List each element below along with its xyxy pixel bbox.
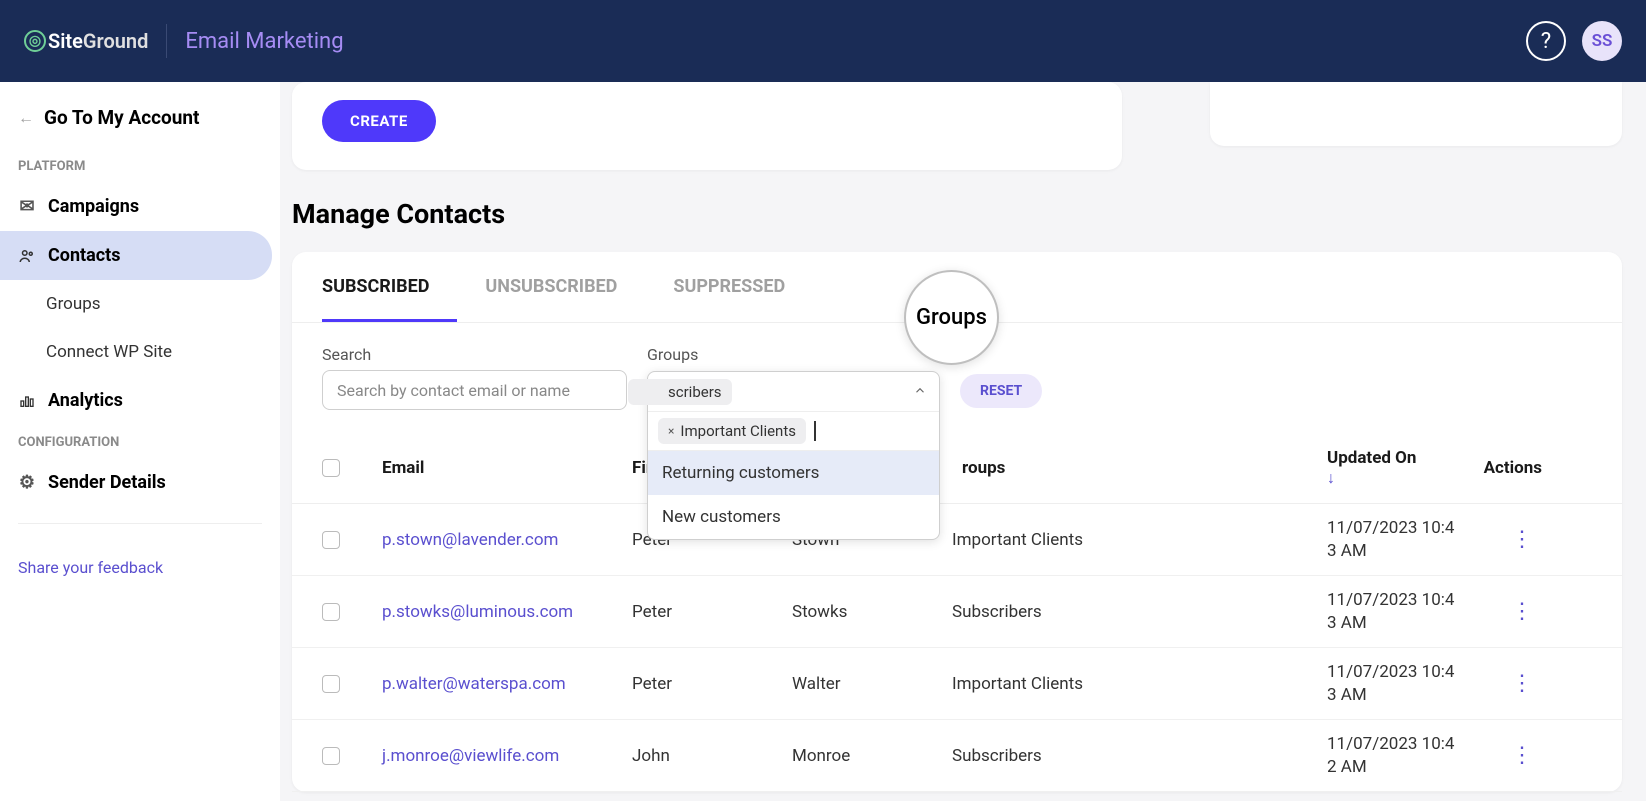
go-to-my-account[interactable]: ← Go To My Account	[0, 100, 280, 149]
cell-groups: Subscribers	[952, 602, 1327, 622]
create-button[interactable]: CREATE	[322, 100, 436, 142]
avatar[interactable]: SS	[1582, 21, 1622, 61]
tab-suppressed[interactable]: SUPPRESSED	[645, 252, 813, 322]
cell-last-name: Stowks	[792, 602, 952, 622]
email-link[interactable]: p.stown@lavender.com	[382, 530, 632, 550]
main: ← Go To My Account PLATFORM ✉ Campaigns …	[0, 82, 1646, 801]
groups-chips-row: × Important Clients	[648, 412, 939, 451]
cell-groups: Important Clients	[952, 674, 1327, 694]
app-header: ◎ SiteGround Email Marketing ? SS	[0, 0, 1646, 82]
tab-unsubscribed[interactable]: UNSUBSCRIBED	[457, 252, 645, 322]
email-link[interactable]: p.stowks@luminous.com	[382, 602, 632, 622]
groups-select-open[interactable]: scribers	[648, 372, 939, 412]
chevron-up-icon	[913, 382, 927, 401]
row-actions-menu[interactable]: ⋮	[1503, 595, 1542, 628]
search-filter: Search	[322, 345, 627, 410]
col-email[interactable]: Email	[382, 458, 632, 478]
gear-icon: ⚙	[18, 474, 36, 492]
row-checkbox[interactable]	[322, 675, 340, 693]
section-configuration: CONFIGURATION	[0, 425, 280, 458]
row-actions-menu[interactable]: ⋮	[1503, 523, 1542, 556]
sidebar-item-contacts[interactable]: Contacts	[0, 231, 272, 280]
col-actions: Actions	[1482, 458, 1542, 478]
header-right: ? SS	[1526, 21, 1622, 61]
search-input[interactable]	[322, 370, 627, 410]
table-header: Email First N roups Updated On ↓ Actions	[292, 432, 1622, 504]
cell-first-name: Peter	[632, 674, 792, 694]
contacts-table: Email First N roups Updated On ↓ Actions…	[292, 432, 1622, 792]
reset-button[interactable]: RESET	[960, 374, 1042, 408]
people-icon	[18, 247, 36, 265]
cell-groups: Important Clients	[952, 530, 1327, 550]
table-row: j.monroe@viewlife.comJohnMonroeSubscribe…	[292, 720, 1622, 792]
sidebar-item-analytics[interactable]: Analytics	[0, 376, 272, 425]
logo[interactable]: ◎ SiteGround	[24, 29, 148, 53]
col-updated[interactable]: Updated On ↓	[1327, 448, 1482, 488]
table-row: p.stowks@luminous.comPeterStowksSubscrib…	[292, 576, 1622, 648]
sidebar-item-campaigns[interactable]: ✉ Campaigns	[0, 182, 272, 231]
tab-subscribed[interactable]: SUBSCRIBED	[322, 252, 457, 322]
groups-dropdown: scribers × Important Clients	[647, 371, 940, 540]
sort-arrow-icon: ↓	[1327, 468, 1482, 488]
cell-updated: 11/07/2023 10:43 AM	[1327, 517, 1482, 563]
row-checkbox[interactable]	[322, 603, 340, 621]
app-name: Email Marketing	[185, 29, 343, 54]
chip-important-clients: × Important Clients	[658, 418, 806, 444]
cell-first-name: Peter	[632, 602, 792, 622]
sidebar-item-label: Analytics	[48, 390, 123, 411]
option-returning-customers[interactable]: Returning customers	[648, 451, 939, 495]
col-groups[interactable]: roups	[952, 458, 1327, 478]
cell-groups: Subscribers	[952, 746, 1327, 766]
share-feedback-link[interactable]: Share your feedback	[0, 540, 280, 595]
sidebar-item-label: Campaigns	[48, 196, 139, 217]
chip-subscribers: scribers	[628, 379, 732, 405]
arrow-left-icon: ←	[18, 108, 34, 128]
sidebar-sub-connect-wp[interactable]: Connect WP Site	[0, 328, 280, 376]
envelope-icon: ✉	[18, 198, 36, 216]
text-caret	[814, 421, 816, 441]
cell-updated: 11/07/2023 10:43 AM	[1327, 661, 1482, 707]
email-link[interactable]: p.walter@waterspa.com	[382, 674, 632, 694]
top-card: CREATE	[292, 82, 1122, 170]
chip-remove-icon[interactable]: ×	[668, 424, 674, 438]
groups-label: Groups	[647, 345, 940, 364]
section-platform: PLATFORM	[0, 149, 280, 182]
cell-last-name: Walter	[792, 674, 952, 694]
go-back-label: Go To My Account	[44, 106, 199, 129]
row-checkbox[interactable]	[322, 531, 340, 549]
sidebar-item-sender-details[interactable]: ⚙ Sender Details	[0, 458, 272, 507]
cell-updated: 11/07/2023 10:43 AM	[1327, 589, 1482, 635]
page-title: Manage Contacts	[292, 198, 1622, 230]
magnifier-callout: Groups	[904, 270, 999, 365]
side-panel	[1210, 82, 1622, 146]
groups-filter: Groups scribers × Important Clients	[647, 345, 940, 410]
logo-text: SiteGround	[48, 29, 148, 53]
option-new-customers[interactable]: New customers	[648, 495, 939, 539]
header-left: ◎ SiteGround Email Marketing	[24, 24, 344, 58]
sidebar-item-label: Contacts	[48, 245, 120, 266]
table-row: p.walter@waterspa.comPeterWalterImportan…	[292, 648, 1622, 720]
row-checkbox[interactable]	[322, 747, 340, 765]
table-body: p.stown@lavender.comPeterStownImportant …	[292, 504, 1622, 792]
search-label: Search	[322, 345, 627, 364]
cell-updated: 11/07/2023 10:42 AM	[1327, 733, 1482, 779]
sidebar-item-label: Sender Details	[48, 472, 166, 493]
divider	[18, 523, 262, 524]
sidebar: ← Go To My Account PLATFORM ✉ Campaigns …	[0, 82, 280, 801]
row-actions-menu[interactable]: ⋮	[1503, 667, 1542, 700]
help-icon[interactable]: ?	[1526, 21, 1566, 61]
row-actions-menu[interactable]: ⋮	[1503, 739, 1542, 772]
table-row: p.stown@lavender.comPeterStownImportant …	[292, 504, 1622, 576]
select-all-checkbox[interactable]	[322, 459, 340, 477]
email-link[interactable]: j.monroe@viewlife.com	[382, 746, 632, 766]
cell-first-name: John	[632, 746, 792, 766]
content: CREATE Manage Contacts SUBSCRIBED UNSUBS…	[280, 82, 1646, 801]
cell-last-name: Monroe	[792, 746, 952, 766]
sidebar-sub-groups[interactable]: Groups	[0, 280, 280, 328]
logo-icon: ◎	[24, 30, 46, 52]
divider	[166, 24, 167, 58]
chart-icon	[18, 392, 36, 410]
